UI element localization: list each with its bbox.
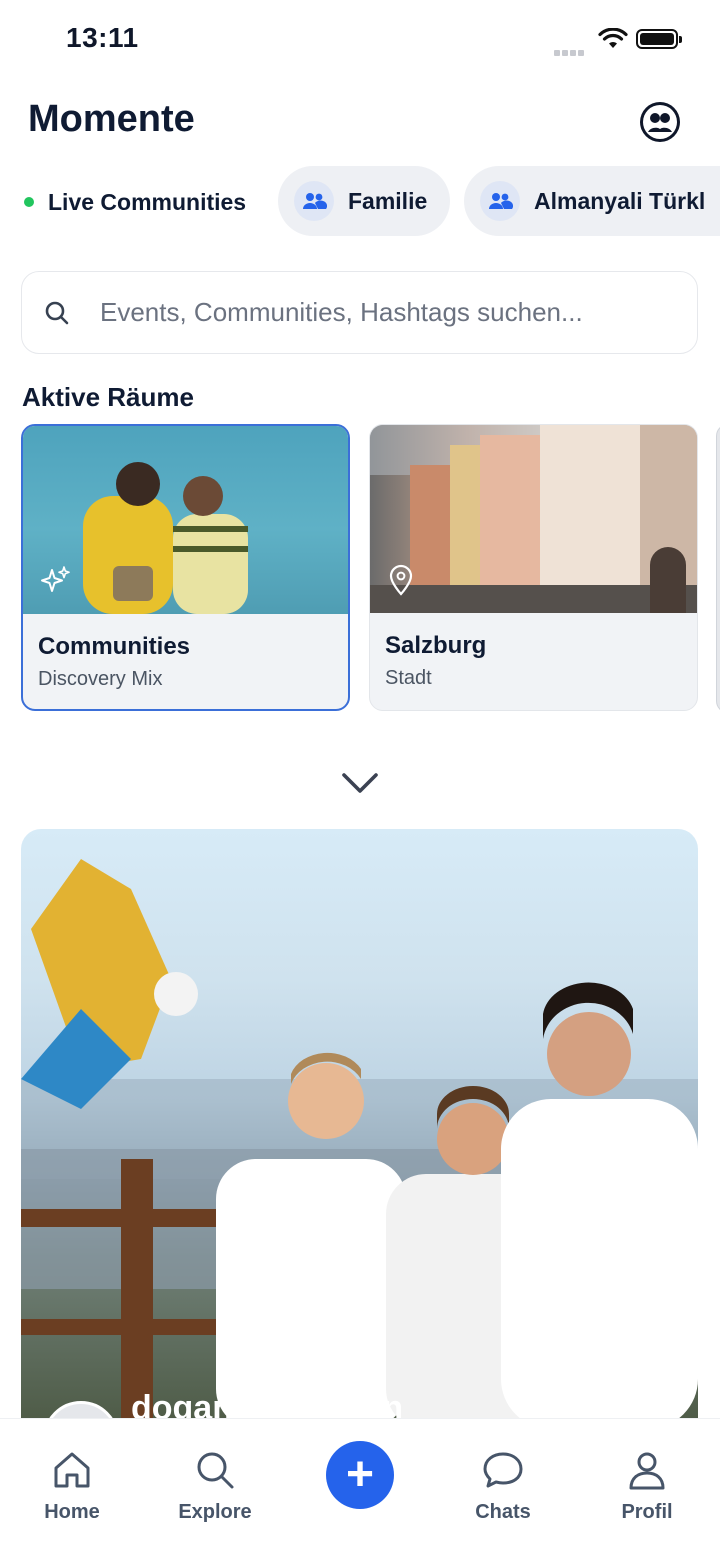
search-input[interactable] [98,296,662,329]
chip-live-communities[interactable]: Live Communities [24,184,246,220]
nav-home[interactable]: Home [22,1447,122,1524]
wifi-icon [598,27,628,55]
group-icon [294,181,334,221]
create-post-button[interactable]: + [326,1441,394,1509]
chip-label: Familie [348,187,428,214]
location-pin-icon [386,563,416,602]
cellular-signal-icon [554,43,586,61]
user-circle-icon[interactable] [640,102,680,142]
room-card-next[interactable] [716,424,720,713]
nav-profil[interactable]: Profil [597,1447,697,1524]
home-icon [22,1447,122,1493]
search-bar[interactable] [21,271,698,354]
page-title: Momente [28,98,195,140]
chip-familie[interactable]: Familie [278,166,450,236]
community-filter-chips: Live Communities Familie Almanyali Türkl [0,166,720,238]
bottom-nav: Home Explore + Chats Profil [0,1418,720,1559]
sparkles-icon [39,564,73,603]
room-card-name: Communities [38,633,191,660]
group-icon [480,181,520,221]
post-image [21,859,698,1429]
chat-bubble-icon [453,1447,553,1493]
room-card-salzburg[interactable]: Salzburg Stadt [369,424,698,711]
room-card-communities[interactable]: Communities Discovery Mix [21,424,350,711]
chip-almanyali-turkler[interactable]: Almanyali Türkl [464,166,720,236]
status-bar: 13:11 [0,0,720,80]
chip-label: Live Communities [48,188,247,215]
nav-explore[interactable]: Explore [165,1447,265,1524]
feed-post[interactable]: dogankaraarslan [21,829,698,1429]
chip-label: Almanyali Türkl [534,187,706,214]
user-icon [597,1447,697,1493]
room-card-image [370,425,697,613]
search-icon [44,300,70,326]
nav-label: Chats [475,1501,531,1523]
battery-icon [636,29,682,49]
nav-chats[interactable]: Chats [453,1447,553,1524]
search-icon [165,1447,265,1493]
status-time: 13:11 [66,22,139,53]
chevron-down-icon[interactable] [341,770,379,801]
nav-label: Explore [178,1501,252,1523]
live-indicator-dot [24,197,34,207]
room-card-subtitle: Stadt [385,667,432,689]
nav-label: Home [44,1501,100,1523]
room-card-subtitle: Discovery Mix [38,668,163,690]
room-card-name: Salzburg [385,632,487,659]
nav-label: Profil [621,1501,673,1523]
section-title-active-rooms: Aktive Räume [22,382,194,412]
